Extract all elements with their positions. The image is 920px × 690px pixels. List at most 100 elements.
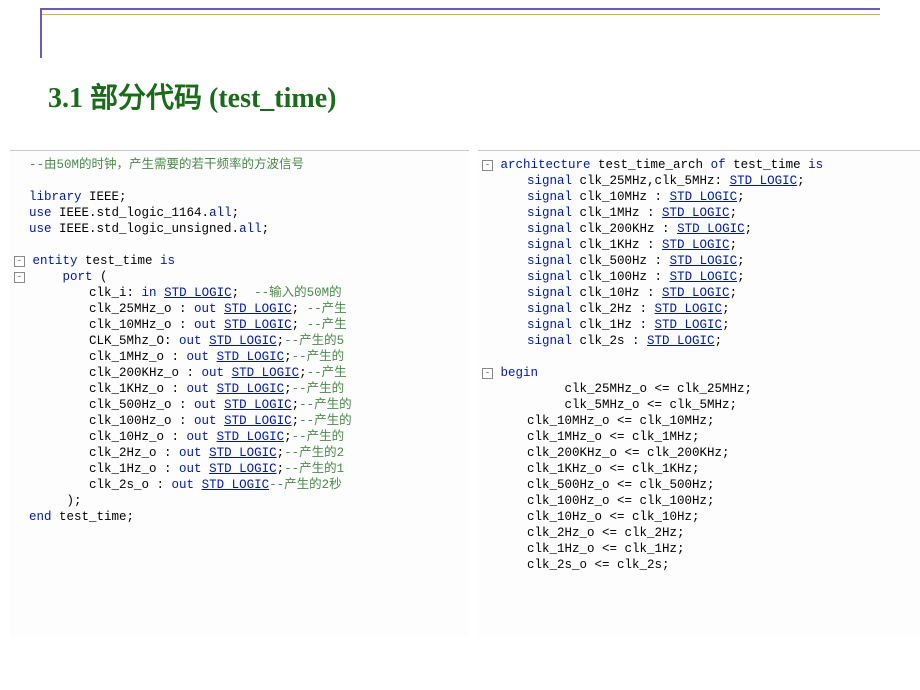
ident: clk_100Hz : — [572, 270, 670, 284]
kw-signal: signal — [527, 174, 572, 188]
kw-out: out — [187, 382, 210, 396]
type: STD_LOGIC — [224, 302, 292, 316]
stmt: clk_10MHz_o <= clk_10MHz; — [527, 414, 715, 428]
kw-out: out — [179, 462, 202, 476]
semi: ; — [722, 318, 730, 332]
semi: ; — [284, 350, 292, 364]
ident: clk_2s : — [572, 334, 647, 348]
semi: ; — [232, 286, 255, 300]
sp — [209, 350, 217, 364]
comment: --产生的 — [299, 414, 352, 428]
stmt: clk_500Hz_o <= clk_500Hz; — [527, 478, 715, 492]
type: STD_LOGIC — [730, 174, 798, 188]
port: clk_1KHz_o : — [89, 382, 187, 396]
port: clk_10MHz_o : — [89, 318, 194, 332]
sp — [217, 302, 225, 316]
type: STD_LOGIC — [647, 334, 715, 348]
kw-signal: signal — [527, 302, 572, 316]
decor-border-top — [40, 8, 880, 15]
kw-signal: signal — [527, 190, 572, 204]
type: STD_LOGIC — [662, 206, 730, 220]
comment: --产生的 — [292, 350, 345, 364]
comment: --产生 — [307, 318, 347, 332]
sp — [209, 430, 217, 444]
comment: --产生的 — [292, 430, 345, 444]
kw-signal: signal — [527, 286, 572, 300]
ident: IEEE.std_logic_1164. — [52, 206, 210, 220]
stmt: clk_2Hz_o <= clk_2Hz; — [527, 526, 685, 540]
semi: ; — [292, 398, 300, 412]
ident: IEEE.std_logic_unsigned. — [52, 222, 240, 236]
sp — [217, 398, 225, 412]
semi: ; — [232, 206, 240, 220]
semi: ; — [299, 366, 307, 380]
kw-all: all — [209, 206, 232, 220]
stmt: clk_1MHz_o <= clk_1MHz; — [527, 430, 700, 444]
ident: test_time_arch — [591, 158, 711, 172]
stmt: clk_1KHz_o <= clk_1KHz; — [527, 462, 700, 476]
kw-entity: entity — [33, 254, 78, 268]
semi: ; — [292, 302, 307, 316]
port: clk_10Hz_o : — [89, 430, 187, 444]
code-block-left: --由50M的时钟，产生需要的若干频率的方波信号 library IEEE; u… — [10, 150, 469, 637]
comment: --产生的5 — [284, 334, 344, 348]
kw-signal: signal — [527, 318, 572, 332]
type: STD_LOGIC — [224, 398, 292, 412]
kw-out: out — [202, 366, 225, 380]
semi: ; — [292, 318, 307, 332]
comment: --产生的 — [292, 382, 345, 396]
comment: --产生的2 — [284, 446, 344, 460]
port: clk_100Hz_o : — [89, 414, 194, 428]
port: clk_2Hz_o : — [89, 446, 179, 460]
fold-icon[interactable]: - — [14, 256, 25, 267]
ident: clk_2Hz : — [572, 302, 655, 316]
semi: ; — [715, 334, 723, 348]
semi: ; — [722, 302, 730, 316]
kw-out: out — [194, 318, 217, 332]
kw-library: library — [29, 190, 82, 204]
semi: ; — [737, 190, 745, 204]
type: STD_LOGIC — [655, 302, 723, 316]
port: CLK_5Mhz_O: — [89, 334, 179, 348]
kw-signal: signal — [527, 222, 572, 236]
sp — [157, 286, 165, 300]
type: STD_LOGIC — [662, 286, 730, 300]
stmt: clk_10Hz_o <= clk_10Hz; — [527, 510, 700, 524]
port: clk_200KHz_o : — [89, 366, 202, 380]
kw-signal: signal — [527, 254, 572, 268]
port: clk_1Hz_o : — [89, 462, 179, 476]
port: clk_i: — [89, 286, 142, 300]
slide: 3.1 部分代码 (test_time) --由50M的时钟，产生需要的若干频率… — [0, 0, 920, 690]
ident: clk_25MHz,clk_5MHz: — [572, 174, 730, 188]
type: STD_LOGIC — [217, 350, 285, 364]
type: STD_LOGIC — [164, 286, 232, 300]
kw-out: out — [187, 430, 210, 444]
kw-is: is — [808, 158, 823, 172]
kw-out: out — [179, 334, 202, 348]
port: clk_1MHz_o : — [89, 350, 187, 364]
ident: test_time — [78, 254, 161, 268]
sp — [202, 446, 210, 460]
ident: clk_1KHz : — [572, 238, 662, 252]
ident: clk_500Hz : — [572, 254, 670, 268]
decor-border-left — [40, 8, 46, 58]
comment: --产生 — [307, 366, 347, 380]
port: clk_2s_o : — [89, 478, 172, 492]
sp — [202, 462, 210, 476]
type: STD_LOGIC — [209, 446, 277, 460]
kw-out: out — [187, 350, 210, 364]
comment: --由50M的时钟，产生需要的若干频率的方波信号 — [29, 158, 304, 172]
semi: ; — [730, 286, 738, 300]
sp — [217, 414, 225, 428]
comment: --输入的50M的 — [254, 286, 342, 300]
semi: ; — [797, 174, 805, 188]
sp — [194, 478, 202, 492]
kw-signal: signal — [527, 270, 572, 284]
type: STD_LOGIC — [662, 238, 730, 252]
fold-icon[interactable]: - — [482, 368, 493, 379]
fold-icon[interactable]: - — [14, 272, 25, 283]
fold-icon[interactable]: - — [482, 160, 493, 171]
paren: ( — [93, 270, 108, 284]
semi: ; — [745, 222, 753, 236]
kw-architecture: architecture — [501, 158, 591, 172]
